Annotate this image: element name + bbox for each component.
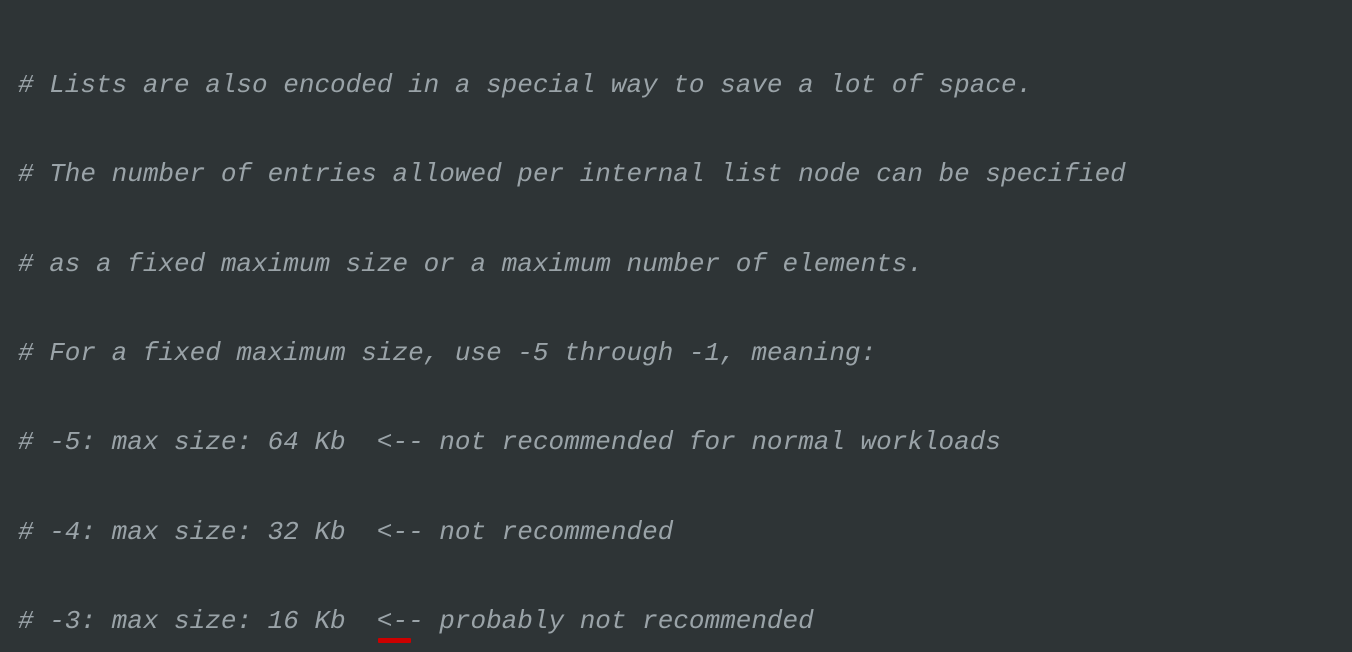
comment-line: # The number of entries allowed per inte…	[18, 152, 1352, 197]
comment-line: # For a fixed maximum size, use -5 throu…	[18, 331, 1352, 376]
comment-line: # -5: max size: 64 Kb <-- not recommende…	[18, 420, 1352, 465]
code-editor[interactable]: # Lists are also encoded in a special wa…	[0, 0, 1352, 652]
red-underline	[378, 638, 411, 643]
comment-line: # -3: max size: 16 Kb <-- probably not r…	[18, 599, 1352, 644]
comment-line: # -4: max size: 32 Kb <-- not recommende…	[18, 510, 1352, 555]
comment-line: # Lists are also encoded in a special wa…	[18, 63, 1352, 108]
comment-line: # as a fixed maximum size or a maximum n…	[18, 242, 1352, 287]
